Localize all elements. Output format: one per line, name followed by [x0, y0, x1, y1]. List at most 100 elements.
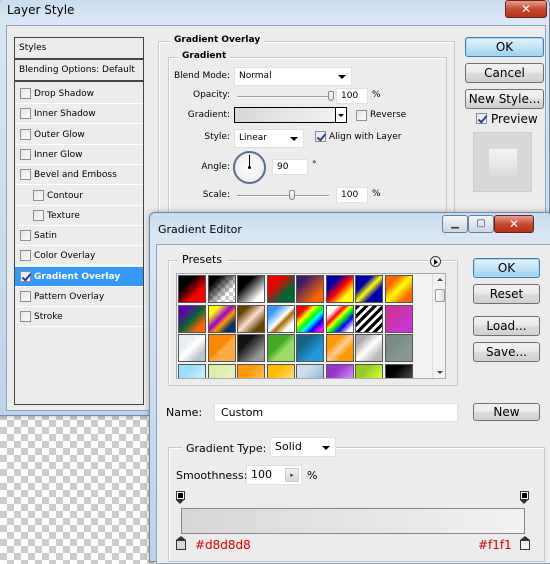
- gradient-type-label: Gradient Type:: [182, 442, 271, 455]
- preset-swatch[interactable]: [384, 304, 413, 333]
- scale-input[interactable]: 100: [336, 187, 368, 203]
- gradient-swatch[interactable]: [234, 107, 336, 123]
- opacity-stop-left[interactable]: [176, 491, 185, 504]
- preset-swatch[interactable]: [207, 363, 236, 378]
- scrollbar-thumb[interactable]: [435, 289, 445, 302]
- preset-swatch[interactable]: [355, 275, 383, 303]
- style-item-pattern-overlay[interactable]: Pattern Overlay: [15, 287, 143, 307]
- style-item-inner-glow[interactable]: Inner Glow: [15, 145, 143, 165]
- preset-swatch[interactable]: [296, 275, 324, 303]
- close-button[interactable]: ✕: [494, 215, 534, 233]
- reverse-checkbox[interactable]: [356, 110, 367, 121]
- preset-swatch[interactable]: [237, 363, 265, 378]
- name-input[interactable]: Custom: [214, 403, 458, 422]
- style-checkbox[interactable]: [20, 169, 31, 181]
- gradient-preview-bar[interactable]: [181, 508, 525, 534]
- gradient-type-select[interactable]: Solid: [270, 437, 336, 457]
- angle-input[interactable]: 90: [272, 159, 308, 175]
- style-item-outer-glow[interactable]: Outer Glow: [15, 125, 143, 145]
- preset-swatch[interactable]: [178, 334, 206, 362]
- preset-swatch[interactable]: [178, 275, 206, 303]
- scroll-up-icon[interactable]: [437, 278, 443, 281]
- preset-swatch[interactable]: [296, 304, 324, 333]
- preset-swatch[interactable]: [178, 304, 206, 333]
- blending-options-item[interactable]: Blending Options: Default: [15, 60, 143, 82]
- style-item-color-overlay[interactable]: Color Overlay: [15, 246, 143, 267]
- color-stop-left[interactable]: [176, 536, 186, 550]
- style-item-bevel-and-emboss[interactable]: Bevel and Emboss: [15, 165, 143, 186]
- preset-swatch[interactable]: [325, 363, 354, 378]
- minimize-button[interactable]: ▁: [442, 215, 468, 233]
- scale-slider-track[interactable]: [237, 195, 329, 197]
- style-checkbox[interactable]: [20, 291, 31, 302]
- style-checkbox[interactable]: [20, 270, 31, 282]
- preset-swatch[interactable]: [266, 363, 295, 378]
- angle-dial[interactable]: [233, 151, 266, 184]
- preset-swatch[interactable]: [237, 275, 265, 303]
- preset-swatch[interactable]: [207, 275, 236, 303]
- style-select[interactable]: Linear: [234, 129, 304, 148]
- preset-swatch[interactable]: [207, 334, 236, 362]
- color-stop-right[interactable]: [520, 536, 530, 550]
- style-item-inner-shadow[interactable]: Inner Shadow: [15, 104, 143, 125]
- style-checkbox[interactable]: [20, 250, 31, 262]
- style-item-stroke[interactable]: Stroke: [15, 307, 143, 328]
- preset-swatch[interactable]: [384, 363, 413, 378]
- preset-swatch[interactable]: [325, 334, 354, 362]
- style-checkbox[interactable]: [20, 148, 31, 160]
- preset-swatch[interactable]: [384, 275, 413, 303]
- styles-header[interactable]: Styles: [15, 38, 143, 60]
- preset-swatch[interactable]: [325, 275, 354, 303]
- style-item-texture[interactable]: Texture: [15, 206, 143, 226]
- style-checkbox[interactable]: [20, 88, 31, 99]
- load-button[interactable]: Load...: [473, 316, 540, 336]
- preset-swatch[interactable]: [296, 334, 324, 362]
- opacity-stop-right[interactable]: [520, 491, 529, 504]
- preset-swatch[interactable]: [355, 304, 383, 333]
- style-item-gradient-overlay[interactable]: Gradient Overlay: [15, 266, 143, 287]
- style-item-contour[interactable]: Contour: [15, 186, 143, 206]
- style-checkbox[interactable]: [20, 108, 31, 120]
- style-item-satin[interactable]: Satin: [15, 226, 143, 247]
- opacity-slider-track[interactable]: [237, 96, 331, 98]
- style-checkbox[interactable]: [33, 189, 44, 201]
- save-button[interactable]: Save...: [473, 342, 540, 362]
- style-checkbox[interactable]: [20, 311, 31, 323]
- preset-swatch[interactable]: [207, 304, 236, 333]
- preset-swatch[interactable]: [237, 334, 265, 362]
- preset-swatch[interactable]: [266, 304, 295, 333]
- preset-swatch[interactable]: [355, 334, 383, 362]
- preset-swatch[interactable]: [266, 334, 295, 362]
- reset-button[interactable]: Reset: [473, 284, 540, 304]
- opacity-slider-thumb[interactable]: [328, 91, 334, 101]
- preset-swatch[interactable]: [237, 304, 265, 333]
- style-checkbox[interactable]: [33, 209, 44, 221]
- smoothness-slider-button[interactable]: ▸: [285, 468, 299, 482]
- align-with-layer-checkbox[interactable]: [315, 131, 326, 142]
- ok-button[interactable]: OK: [465, 37, 544, 57]
- preset-swatch[interactable]: [384, 334, 413, 362]
- gradient-dropdown-button[interactable]: [336, 107, 347, 123]
- scroll-down-icon[interactable]: [437, 371, 443, 374]
- cancel-button[interactable]: Cancel: [465, 63, 544, 83]
- preview-checkbox[interactable]: [476, 113, 487, 124]
- presets-scrollbar[interactable]: [432, 274, 445, 378]
- preset-swatch[interactable]: [325, 304, 354, 333]
- preset-swatch[interactable]: [296, 363, 324, 378]
- maximize-button[interactable]: ▢: [468, 215, 494, 233]
- preset-swatch[interactable]: [178, 363, 206, 378]
- editor-ok-button[interactable]: OK: [473, 258, 540, 278]
- presets-menu-icon[interactable]: [430, 256, 441, 267]
- close-button[interactable]: ✕: [505, 0, 547, 18]
- style-item-drop-shadow[interactable]: Drop Shadow: [15, 84, 143, 104]
- new-style-button[interactable]: New Style...: [465, 89, 544, 109]
- new-button[interactable]: New: [473, 403, 540, 421]
- scale-slider-thumb[interactable]: [289, 190, 296, 200]
- style-checkbox[interactable]: [20, 230, 31, 242]
- smoothness-input[interactable]: 100 ▸: [246, 465, 302, 485]
- preset-swatch[interactable]: [266, 275, 295, 303]
- preset-swatch[interactable]: [355, 363, 383, 378]
- blend-mode-select[interactable]: Normal: [234, 67, 352, 86]
- style-checkbox[interactable]: [20, 128, 31, 140]
- opacity-input[interactable]: 100: [336, 88, 368, 104]
